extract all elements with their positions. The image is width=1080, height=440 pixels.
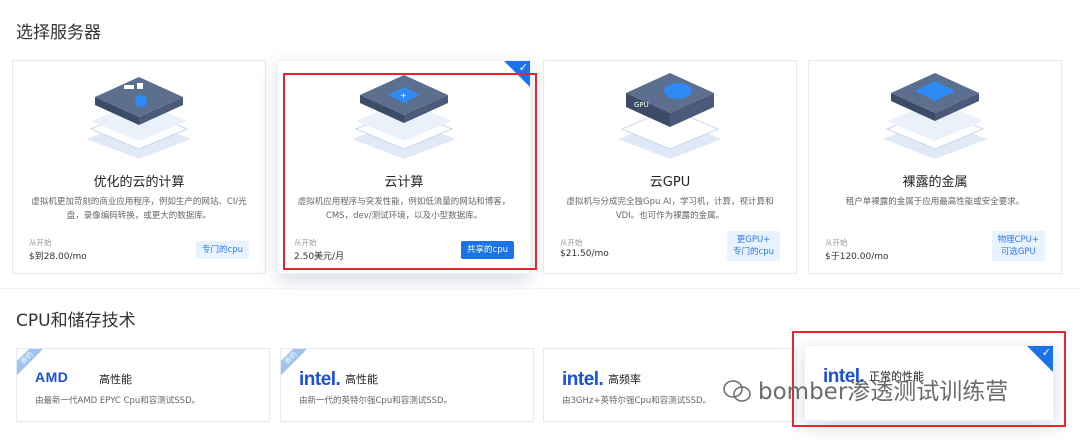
server-card-desc: 虚拟机应用程序与突发性能，例如低流量的网站和博客，CMS，dev/测试环境，以及… xyxy=(297,197,511,221)
tech-card-desc: 由3GHz+英特尔强Cpu和容测试SSD。 xyxy=(562,396,712,406)
section-title-tech: CPU和储存技术 xyxy=(16,311,136,331)
cpu-type-badge: 物理CPU+ 可选GPU xyxy=(991,231,1045,261)
svg-text:GPU: GPU xyxy=(634,101,649,109)
server-card-from-label: 从开始 xyxy=(825,238,848,247)
server-illustration-icon xyxy=(87,77,191,159)
server-card-desc: 虚拟机更加苛刻的商业应用程序，例如生产的网站、CI/光盘，录像编码转换，或更大的… xyxy=(31,197,247,221)
tech-card-desc: 由新一代的英特尔强Cpu和容测试SSD。 xyxy=(299,396,453,406)
amd-logo-icon: AMD xyxy=(35,369,69,385)
tech-card-intel-high-performance[interactable]: 新的 intel. 高性能 由新一代的英特尔强Cpu和容测试SSD。 xyxy=(280,348,534,422)
selected-check-icon: ✓ xyxy=(1027,346,1053,372)
server-card-from-label: 从开始 xyxy=(294,238,317,247)
watermark-text: bomber渗透测试训练营 xyxy=(758,379,1009,405)
server-illustration-icon: + xyxy=(352,75,456,159)
badge-line: 可选GPU xyxy=(1000,247,1036,257)
tech-card-title: 高频率 xyxy=(608,373,641,386)
badge-line: 物理CPU+ xyxy=(997,235,1039,245)
server-card-name: 优化的云的计算 xyxy=(93,175,185,190)
tech-card-title: 高性能 xyxy=(345,373,378,386)
server-card-from-label: 从开始 xyxy=(29,238,52,247)
server-card-name: 云计算 xyxy=(384,175,424,190)
server-card-name: 裸露的金属 xyxy=(902,175,968,190)
selected-check-icon: ✓ xyxy=(504,61,530,87)
section-divider xyxy=(0,288,1080,289)
server-card-desc: 虚拟机与分成完全独Gpu AI，学习机，计算，视计算和VDI。也可作为裸露的金属… xyxy=(566,197,774,221)
tech-card-amd-high-performance[interactable]: 新的 AMD 高性能 由最新一代AMD EPYC Cpu和容测试SSD。 xyxy=(16,348,270,422)
server-card-cloud-compute[interactable]: + ✓ 云计算 虚拟机应用程序与突发性能，例如低流量的网站和博客，CMS，dev… xyxy=(277,60,531,274)
server-card-price: $于120.00/mo xyxy=(825,252,889,262)
cpu-type-badge: 共享的cpu xyxy=(461,241,514,259)
badge-line: 更GPU+ xyxy=(736,235,771,245)
server-card-bare-metal[interactable]: 裸露的金属 租户单裸露的金属于应用最高性能或安全要求。 从开始 $于120.00… xyxy=(808,60,1062,274)
server-card-cloud-gpu[interactable]: GPU 云GPU 虚拟机与分成完全独Gpu AI，学习机，计算，视计算和VDI。… xyxy=(543,60,797,274)
metal-illustration-icon xyxy=(883,73,987,159)
badge-line: 专门的cpu xyxy=(733,247,774,257)
server-card-price: $21.50/mo xyxy=(560,249,609,259)
cpu-type-badge: 专门的cpu xyxy=(196,241,249,259)
tech-card-desc: 由最新一代AMD EPYC Cpu和容测试SSD。 xyxy=(35,396,201,406)
server-card-price: $到28.00/mo xyxy=(29,252,87,262)
svg-text:+: + xyxy=(400,91,407,100)
gpu-illustration-icon: GPU xyxy=(618,73,722,159)
server-card-from-label: 从开始 xyxy=(560,238,583,247)
server-card-desc: 租户单裸露的金属于应用最高性能或安全要求。 xyxy=(845,197,1025,207)
wechat-icon xyxy=(723,380,751,402)
section-title-server: 选择服务器 xyxy=(16,23,101,43)
tech-card-title: 高性能 xyxy=(99,373,132,386)
gpu-type-badge: 更GPU+ 专门的cpu xyxy=(727,231,780,261)
intel-logo-icon: intel. xyxy=(299,369,341,390)
intel-logo-icon: intel. xyxy=(562,369,604,390)
server-card-optimized-cloud[interactable]: 优化的云的计算 虚拟机更加苛刻的商业应用程序，例如生产的网站、CI/光盘，录像编… xyxy=(12,60,266,274)
server-card-price: 2.50美元/月 xyxy=(294,252,345,262)
server-card-name: 云GPU xyxy=(649,175,691,190)
